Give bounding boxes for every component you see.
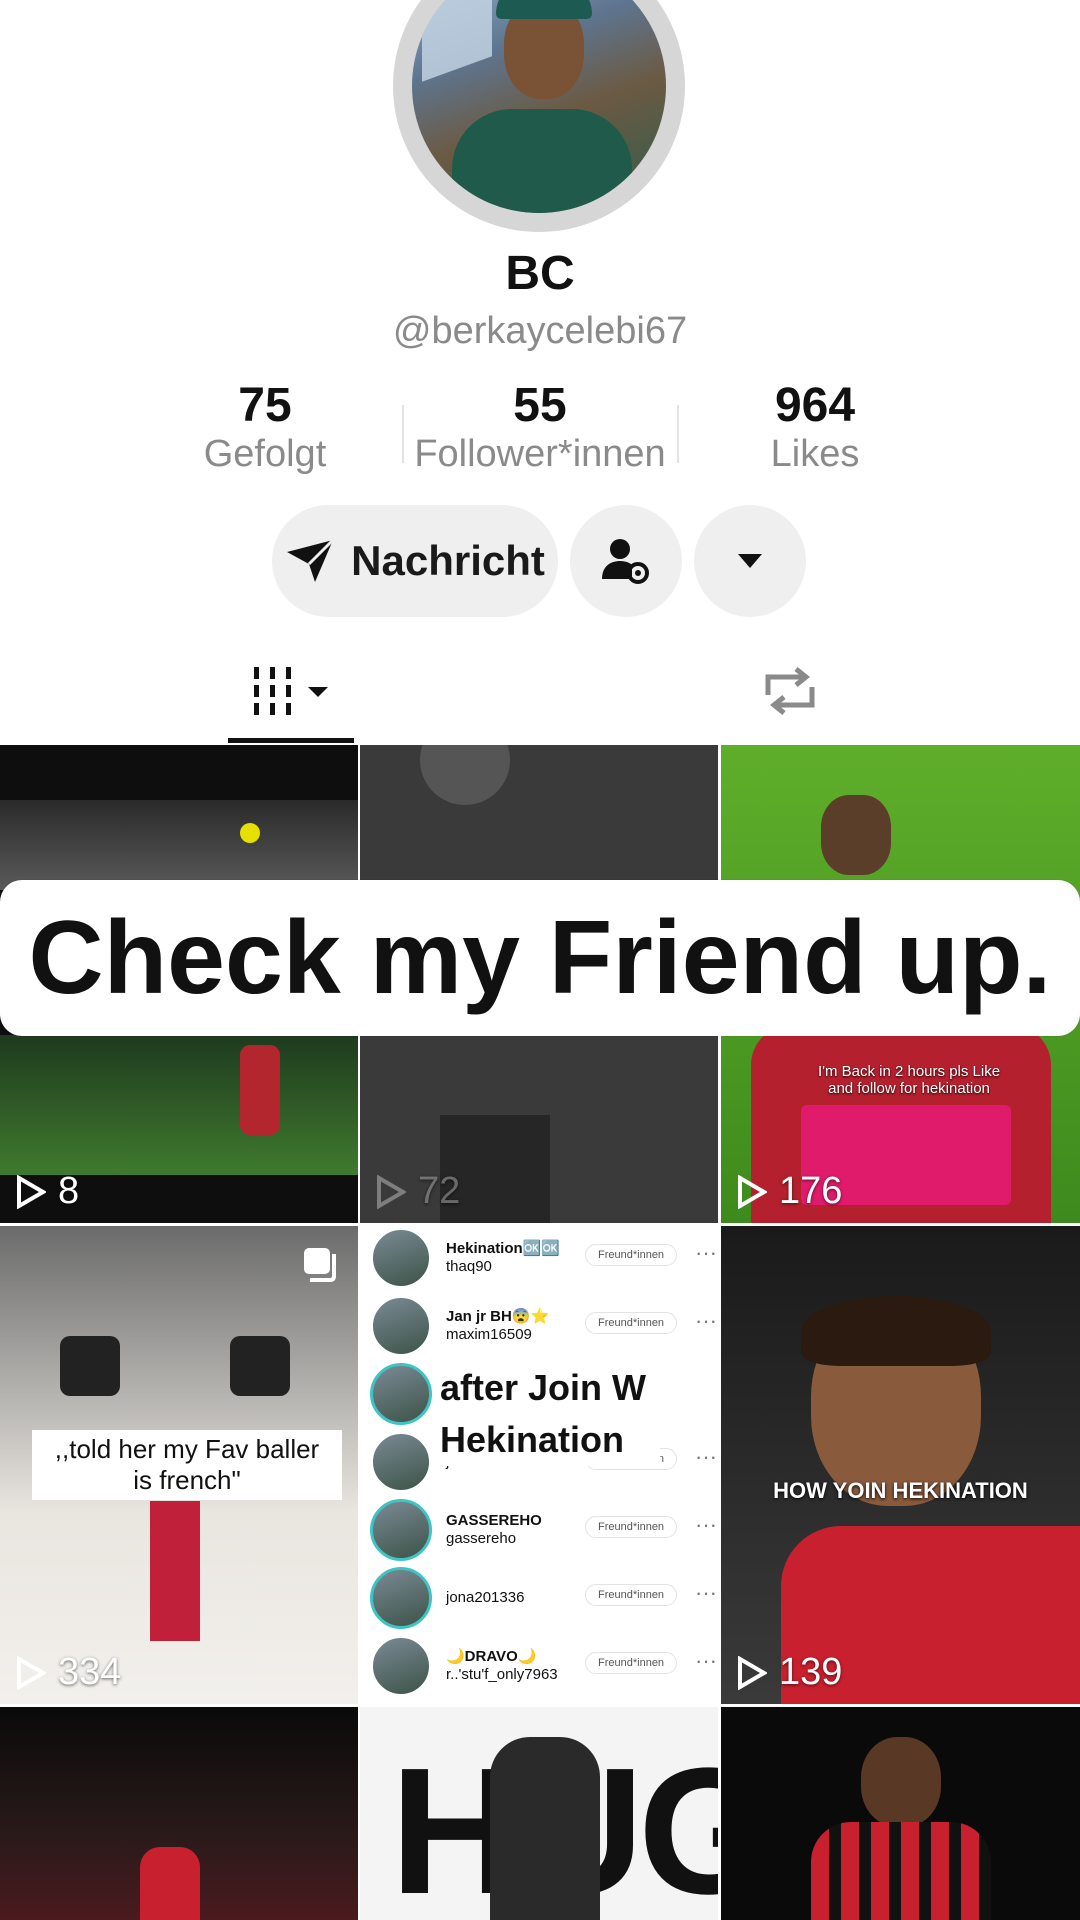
video-tile[interactable]: Hekination🆗🆗 thaq90 Freund*innen ··· Jan j… <box>360 1226 718 1704</box>
display-name: BC <box>505 247 575 300</box>
stat-following-label: Gefolgt <box>203 433 327 475</box>
stat-following-value: 75 <box>238 379 292 432</box>
stat-following[interactable]: 75 Gefolgt <box>125 380 405 476</box>
video-caption: HOW YOIN HEKINATION <box>773 1478 1028 1503</box>
stat-likes-value: 964 <box>774 379 856 432</box>
more-options-button[interactable] <box>694 505 806 617</box>
play-icon <box>377 1174 406 1209</box>
active-tab-indicator <box>228 738 354 743</box>
profile-avatar[interactable] <box>393 0 685 232</box>
play-icon <box>738 1174 767 1209</box>
stat-followers-label: Follower*innen <box>414 433 666 475</box>
play-icon <box>17 1655 46 1690</box>
pinned-banner-text: Check my Friend up. <box>0 880 1080 1036</box>
stat-likes-label: Likes <box>770 433 860 475</box>
grid-menu-icon <box>254 667 328 715</box>
video-overlay-text: I'm Back in 2 hours pls Like and follow … <box>817 1063 1001 1097</box>
friend-settings-button[interactable] <box>570 505 682 617</box>
video-caption: after Join W Hekination <box>440 1362 660 1466</box>
avatar-photo <box>412 0 666 213</box>
list-item: Hekination🆗🆗 thaq90 Freund*innen ··· <box>370 1226 717 1290</box>
video-tile[interactable] <box>0 1707 358 1920</box>
photo-tile[interactable]: ,,told her my Fav baller is french" 334 <box>0 1226 358 1704</box>
video-tile[interactable]: HOW YOIN HEKINATION 139 <box>721 1226 1080 1704</box>
list-item: Jan jr BH😨⭐ maxim16509 Freund*innen ··· <box>370 1294 717 1358</box>
video-caption: ,,told her my Fav baller is french" <box>32 1430 342 1500</box>
play-icon <box>17 1174 46 1209</box>
stat-followers[interactable]: 55 Follower*innen <box>400 380 680 476</box>
play-count: 72 <box>376 1170 460 1213</box>
play-count: 8 <box>16 1170 79 1213</box>
send-icon <box>287 538 335 582</box>
list-item: 🌙DRAVO🌙 r..'stu'f_only7963 Freund*innen ··… <box>370 1634 717 1698</box>
repost-icon <box>765 667 815 715</box>
stat-likes[interactable]: 964 Likes <box>675 380 955 476</box>
play-count: 176 <box>737 1170 842 1213</box>
message-button-label: Nachricht <box>351 537 545 584</box>
username-handle: @berkaycelebi67 <box>392 310 688 352</box>
user-gear-icon <box>602 539 649 584</box>
list-item: jona201336 Freund*innen ··· <box>370 1566 717 1630</box>
tab-videos[interactable] <box>252 665 332 722</box>
carousel-icon <box>304 1248 336 1282</box>
stat-followers-value: 55 <box>513 379 567 432</box>
video-tile[interactable] <box>721 1707 1080 1920</box>
play-count: 139 <box>737 1651 842 1694</box>
message-button[interactable]: Nachricht <box>272 505 558 617</box>
play-count: 334 <box>16 1651 121 1694</box>
video-tile[interactable]: HUGO <box>360 1707 718 1920</box>
play-icon <box>738 1655 767 1690</box>
list-item: GASSEREHO gassereho Freund*innen ··· <box>370 1498 717 1562</box>
tab-reposts[interactable] <box>760 665 820 722</box>
caret-down-icon <box>738 554 762 568</box>
